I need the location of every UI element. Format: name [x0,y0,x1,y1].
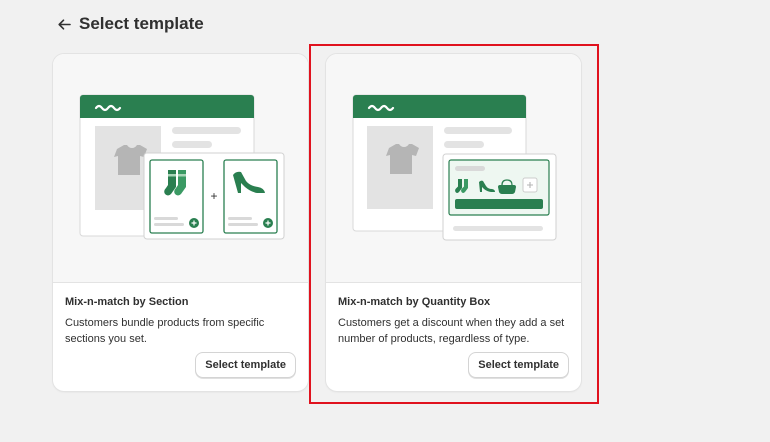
template-description: Customers get a discount when they add a… [338,317,565,345]
page-title: Select template [79,14,204,33]
select-template-button[interactable]: Select template [468,352,569,378]
quantity-box-illustration [326,54,581,283]
template-description: Customers bundle products from specific … [65,317,265,345]
template-title: Mix-n-match by Section [65,296,189,308]
back-arrow-icon[interactable] [56,16,72,32]
template-card-quantity-box[interactable]: Mix-n-match by Quantity Box Customers ge… [326,54,581,391]
svg-text:+: + [210,189,217,203]
select-template-button[interactable]: Select template [195,352,296,378]
page-header: Select template [56,12,204,36]
section-bundle-illustration: + [53,54,308,283]
template-title: Mix-n-match by Quantity Box [338,296,491,308]
template-card-section[interactable]: + Mix-n-match by Section Customers bundl… [53,54,308,391]
